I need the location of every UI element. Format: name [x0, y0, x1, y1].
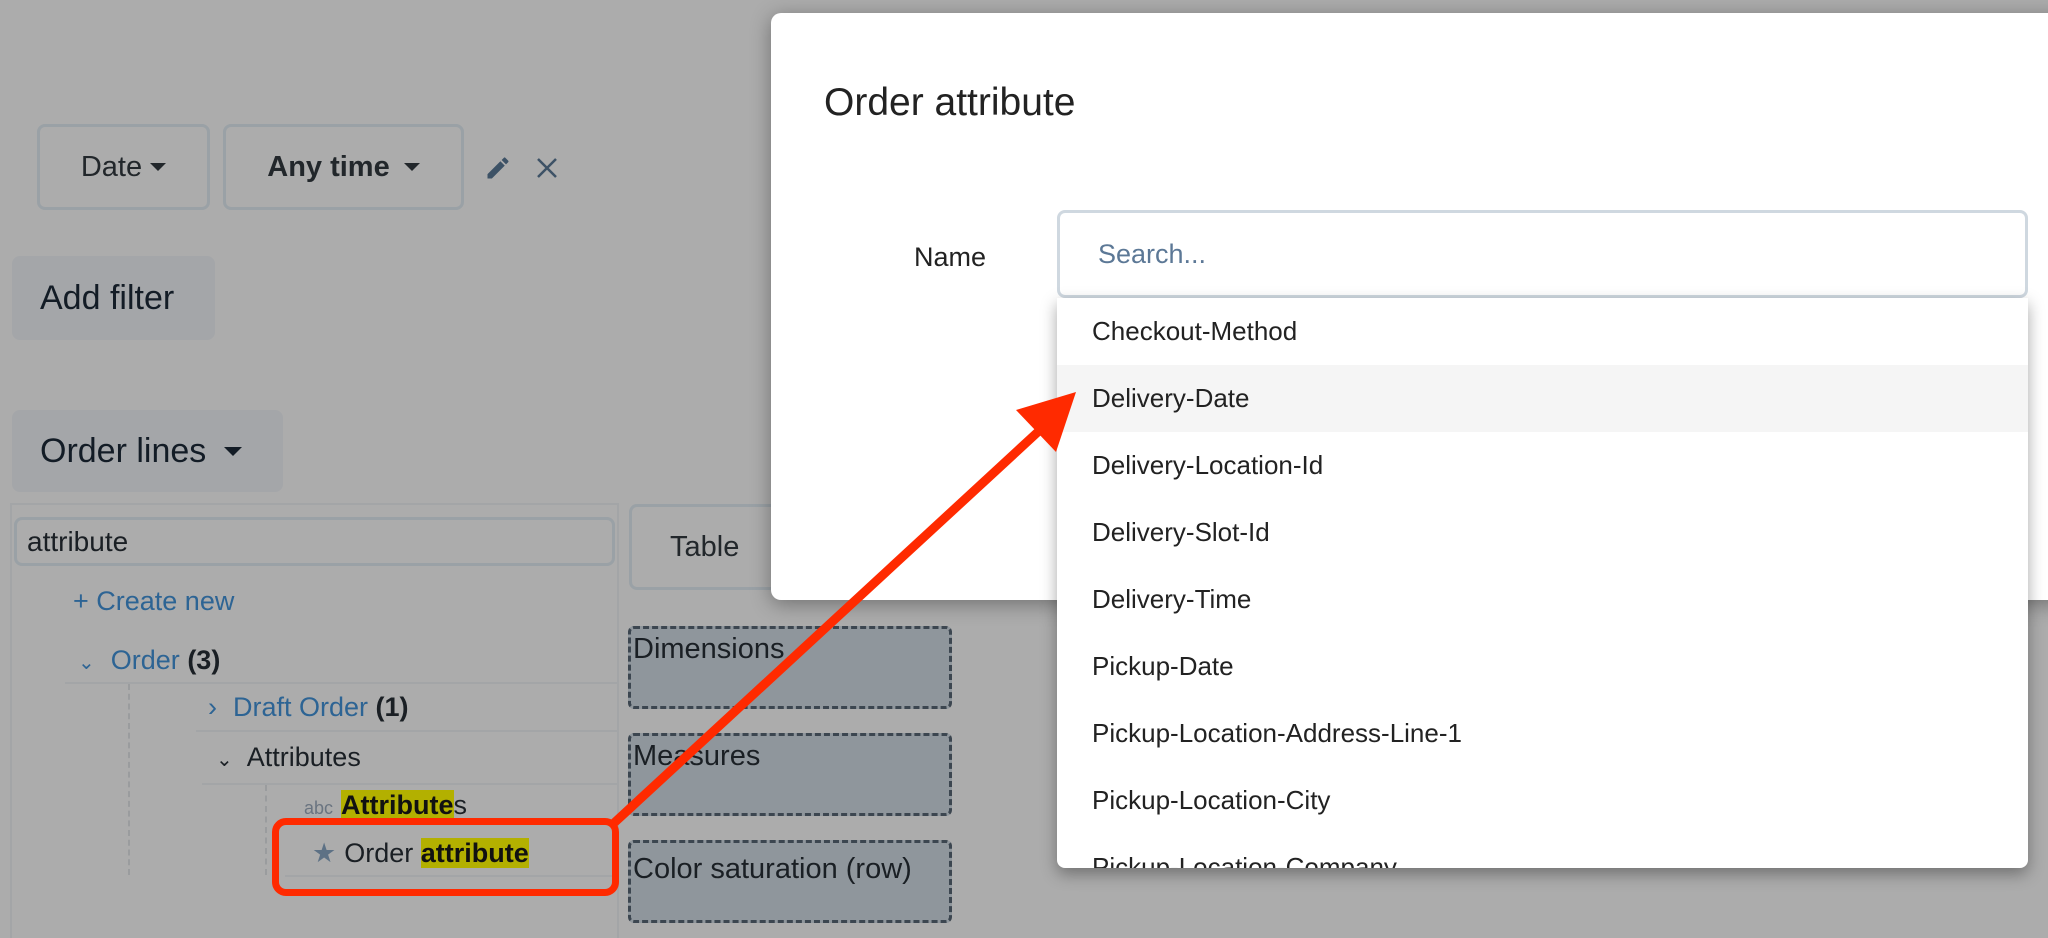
source-dropdown[interactable]: Order lines	[12, 410, 283, 492]
draft-order-label: Draft Order	[233, 692, 369, 722]
caret-down-icon	[224, 446, 243, 456]
match-highlight: Attribute	[341, 790, 454, 820]
option-item[interactable]: Pickup-Date	[1057, 633, 2028, 700]
add-filter-button[interactable]: Add filter	[12, 256, 215, 340]
option-item[interactable]: Delivery-Location-Id	[1057, 432, 2028, 499]
order-label: Order	[110, 645, 180, 675]
field-search-input[interactable]: attribute	[14, 517, 615, 566]
tree-node-order[interactable]: ⌄ Order (3)	[78, 645, 220, 676]
chevron-right-icon: ›	[208, 692, 217, 722]
close-icon[interactable]	[536, 157, 558, 179]
dimensions-dropzone[interactable]: Dimensions	[628, 626, 952, 709]
option-item[interactable]: Delivery-Time	[1057, 566, 2028, 633]
divider	[196, 730, 619, 732]
divider	[65, 682, 619, 684]
date-field-dropdown[interactable]: Date	[37, 124, 210, 210]
option-item[interactable]: Pickup-Location-Company	[1057, 834, 2028, 868]
tree-guide	[128, 684, 130, 875]
option-item[interactable]: Checkout-Method	[1057, 298, 2028, 365]
source-label: Order lines	[40, 431, 207, 470]
chevron-down-icon: ⌄	[216, 749, 233, 771]
name-options-dropdown[interactable]: Checkout-Method Delivery-Date Delivery-L…	[1057, 298, 2028, 868]
option-item-highlighted[interactable]: Delivery-Date	[1057, 365, 2028, 432]
caret-down-icon	[150, 163, 167, 171]
modal-title: Order attribute	[824, 81, 1076, 124]
measures-dropzone[interactable]: Measures	[628, 733, 952, 816]
time-range-dropdown[interactable]: Any time	[223, 124, 464, 210]
option-item[interactable]: Pickup-Location-Address-Line-1	[1057, 700, 2028, 767]
draft-order-count: (1)	[375, 692, 409, 722]
date-label: Date	[80, 150, 143, 183]
caret-down-icon	[403, 163, 420, 171]
pencil-icon[interactable]	[484, 154, 512, 182]
order-count: (3)	[187, 645, 221, 675]
field-item-attributes[interactable]: abc Attributes	[304, 790, 467, 821]
annotation-highlight-box	[272, 818, 619, 896]
tree-node-draft-order[interactable]: › Draft Order (1)	[208, 692, 409, 723]
text-type-icon: abc	[304, 798, 334, 818]
tree-node-attributes[interactable]: ⌄ Attributes	[216, 742, 361, 773]
chevron-down-icon: ⌄	[78, 652, 95, 674]
attributes-label: Attributes	[246, 742, 361, 772]
tree-guide	[265, 785, 267, 875]
create-new-link[interactable]: + Create new	[73, 586, 234, 617]
color-saturation-dropzone[interactable]: Color saturation (row)	[628, 840, 952, 923]
name-search-input[interactable]	[1057, 210, 2028, 298]
time-range-label: Any time	[267, 150, 390, 183]
option-item[interactable]: Pickup-Location-City	[1057, 767, 2028, 834]
name-label: Name	[914, 242, 987, 272]
option-item[interactable]: Delivery-Slot-Id	[1057, 499, 2028, 566]
label-rest: s	[453, 790, 468, 820]
